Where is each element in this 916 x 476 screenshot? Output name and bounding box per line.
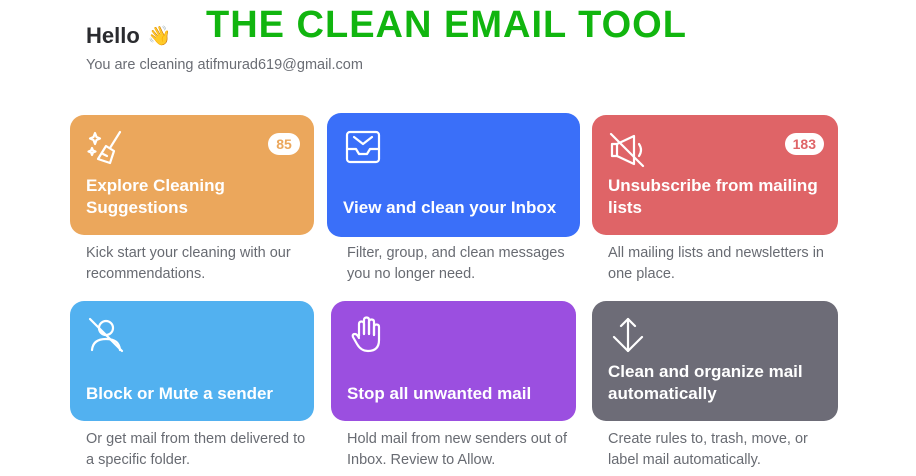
card-description: Hold mail from new senders out of Inbox.… [347, 431, 568, 468]
card-clean-organize-automatically[interactable]: Clean and organize mail automatically [592, 301, 838, 421]
inbox-envelope-icon [343, 127, 383, 167]
user-off-icon [86, 315, 126, 355]
card-description: All mailing lists and newsletters in one… [608, 245, 824, 282]
card-description: Or get mail from them delivered to a spe… [86, 431, 306, 468]
arrows-sort-icon [608, 315, 648, 355]
banner-title: THE CLEAN EMAIL TOOL [206, 4, 687, 46]
card-explore-cleaning-suggestions[interactable]: 85 Explore Cleaning Suggestions [70, 115, 314, 235]
card-view-clean-inbox[interactable]: View and clean your Inbox [327, 113, 580, 237]
suggestions-count-badge: 85 [268, 133, 300, 155]
hand-stop-icon [347, 315, 387, 355]
card-description: Kick start your cleaning with our recomm… [86, 245, 291, 282]
card-stop-unwanted-mail[interactable]: Stop all unwanted mail [331, 301, 576, 421]
card-block-mute-sender[interactable]: Block or Mute a sender [70, 301, 314, 421]
card-title: Stop all unwanted mail [347, 384, 532, 403]
card-description: Filter, group, and clean messages you no… [347, 245, 565, 282]
card-unsubscribe-mailing-lists[interactable]: 183 Unsubscribe from mailing lists [592, 115, 838, 235]
account-subtitle: You are cleaning atifmurad619@gmail.com [86, 57, 363, 73]
card-title: Block or Mute a sender [86, 384, 274, 403]
card-title: Unsubscribe from mailing lists [608, 176, 818, 217]
greeting-text: Hello [86, 23, 140, 48]
megaphone-off-icon [608, 129, 648, 169]
greeting-heading: Hello 👋 [86, 23, 171, 49]
card-title: Explore Cleaning Suggestions [86, 176, 225, 217]
mailing-lists-count-badge: 183 [784, 133, 824, 155]
card-title: View and clean your Inbox [343, 198, 557, 217]
card-title: Clean and organize mail automatically [608, 362, 803, 403]
sparkles-broom-icon [86, 129, 126, 169]
card-description: Create rules to, trash, move, or label m… [608, 431, 808, 468]
wave-icon: 👋 [147, 26, 172, 47]
